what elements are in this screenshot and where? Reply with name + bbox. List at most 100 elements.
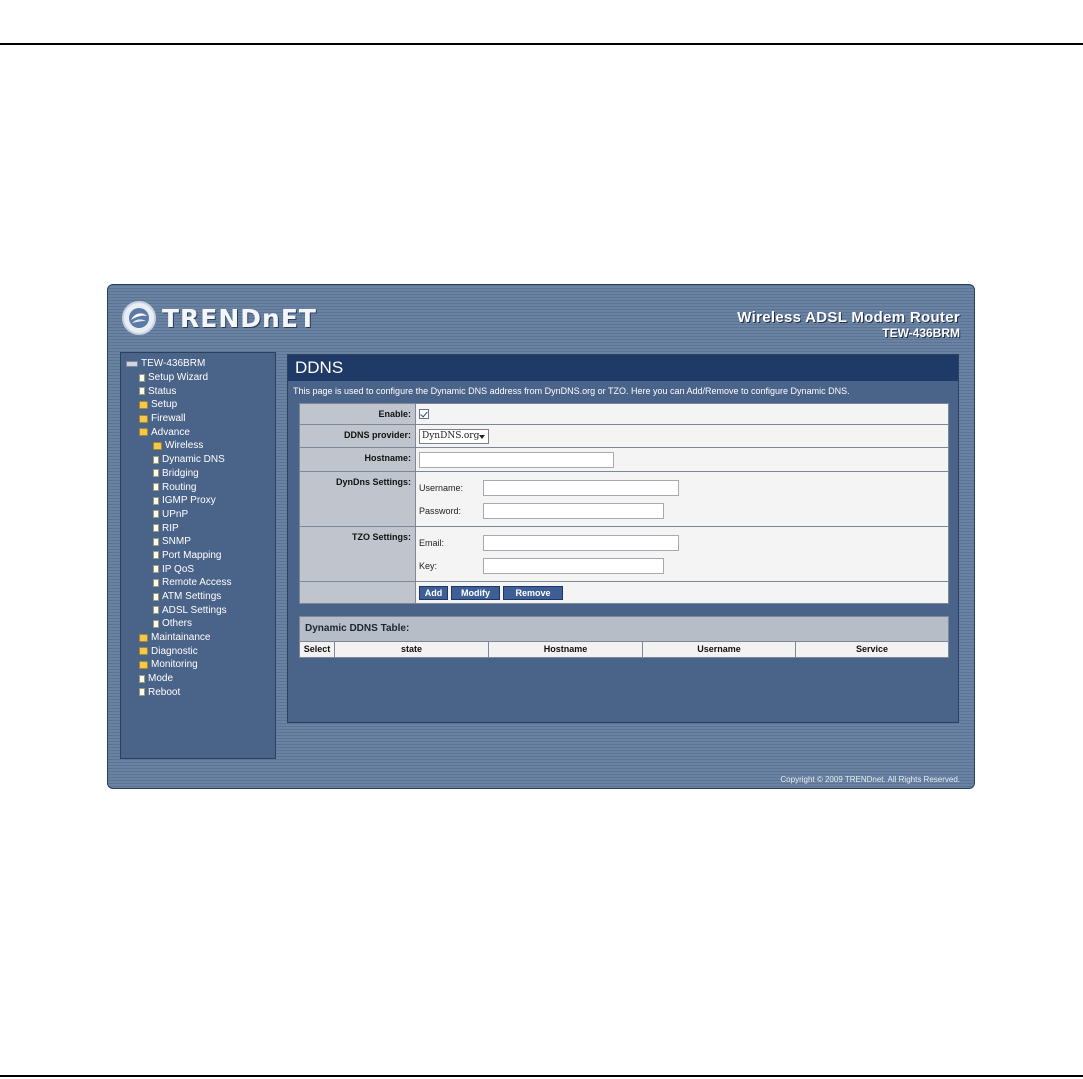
sidebar-item-mode[interactable]: Mode: [126, 672, 275, 686]
tzo-label: TZO Settings:: [300, 527, 416, 581]
sidebar-item-label: Bridging: [162, 467, 199, 479]
add-button[interactable]: Add: [419, 585, 448, 600]
sidebar-root-label: TEW-436BRM: [141, 358, 206, 370]
sidebar-root[interactable]: TEW-436BRM: [126, 357, 275, 371]
page-title: DDNS: [288, 355, 958, 381]
sidebar-item-wireless[interactable]: Wireless: [126, 439, 275, 453]
sidebar-item-others[interactable]: Others: [126, 617, 275, 631]
column-header-state: state: [334, 642, 488, 657]
hostname-row: Hostname:: [300, 447, 948, 471]
ddns-form: Enable: DDNS provider: DynDNS.org Hostna…: [299, 403, 949, 604]
dyndns-row: DynDns Settings: Username: Password:: [300, 471, 948, 526]
enable-value: [416, 404, 948, 424]
dyndns-password-row: Password:: [419, 499, 664, 522]
hostname-input[interactable]: [419, 451, 614, 468]
sidebar-item-firewall[interactable]: Firewall: [126, 412, 275, 426]
logo-globe-icon: [122, 301, 156, 335]
sidebar-item-label: RIP: [162, 522, 179, 534]
doc-icon: [153, 483, 159, 492]
enable-label: Enable:: [300, 404, 416, 424]
sidebar-item-maintainance[interactable]: Maintainance: [126, 631, 275, 645]
folder-icon: [139, 647, 148, 656]
doc-icon: [153, 469, 159, 478]
remove-button[interactable]: Remove: [503, 585, 563, 600]
sidebar-item-upnp[interactable]: UPnP: [126, 508, 275, 522]
doc-icon: [153, 510, 159, 519]
header: TRENDnET Wireless ADSL Modem Router TEW-…: [108, 285, 974, 349]
sidebar-item-snmp[interactable]: SNMP: [126, 535, 275, 549]
hostname-value: [416, 448, 948, 471]
hostname-label: Hostname:: [300, 448, 416, 471]
sidebar-item-label: Monitoring: [151, 659, 198, 671]
username-input[interactable]: [483, 479, 679, 496]
sidebar-item-setup[interactable]: Setup: [126, 398, 275, 412]
sidebar-item-port-mapping[interactable]: Port Mapping: [126, 549, 275, 563]
sidebar-item-monitoring[interactable]: Monitoring: [126, 658, 275, 672]
doc-icon: [153, 565, 159, 574]
tzo-key-row: Key:: [419, 554, 664, 577]
modify-button[interactable]: Modify: [451, 585, 500, 600]
sidebar-item-label: Status: [148, 385, 177, 397]
sidebar-item-label: Advance: [151, 426, 190, 438]
column-header-select: Select: [303, 644, 331, 654]
doc-icon: [139, 688, 145, 697]
logo-text: TRENDnET: [162, 303, 317, 333]
provider-label: DDNS provider:: [300, 425, 416, 447]
product-name: Wireless ADSL Modem Router: [737, 309, 960, 326]
key-label: Key:: [419, 560, 438, 571]
sidebar-item-atm-settings[interactable]: ATM Settings: [126, 590, 275, 604]
sidebar-item-advance[interactable]: Advance: [126, 425, 275, 439]
sidebar-item-rip[interactable]: RIP: [126, 521, 275, 535]
button-row: Add Modify Remove: [300, 581, 948, 603]
sidebar-item-label: ADSL Settings: [162, 604, 227, 616]
router-admin-window: TRENDnET Wireless ADSL Modem Router TEW-…: [107, 284, 975, 789]
sidebar-item-dynamic-dns[interactable]: Dynamic DNS: [126, 453, 275, 467]
doc-icon: [153, 606, 159, 615]
enable-checkbox[interactable]: [419, 409, 429, 419]
sidebar-item-label: Setup: [151, 399, 178, 411]
folder-icon: [139, 660, 148, 669]
router-icon: [126, 360, 138, 367]
sidebar-item-routing[interactable]: Routing: [126, 480, 275, 494]
column-header-username: Username: [642, 642, 795, 657]
trendnet-logo: TRENDnET: [122, 301, 317, 335]
folder-icon: [153, 441, 162, 450]
sidebar-item-reboot[interactable]: Reboot: [126, 686, 275, 700]
top-page-rule: [0, 43, 1083, 45]
sidebar-item-bridging[interactable]: Bridging: [126, 467, 275, 481]
sidebar-item-label: IGMP Proxy: [162, 495, 216, 507]
sidebar-item-label: Diagnostic: [151, 645, 198, 657]
email-label: Email:: [419, 537, 445, 548]
sidebar-item-setup-wizard[interactable]: Setup Wizard: [126, 371, 275, 385]
sidebar-item-label: Remote Access: [162, 577, 232, 589]
sidebar-item-label: Routing: [162, 481, 197, 493]
sidebar-item-adsl-settings[interactable]: ADSL Settings: [126, 603, 275, 617]
product-info: Wireless ADSL Modem Router TEW-436BRM: [737, 309, 960, 340]
doc-icon: [153, 496, 159, 505]
doc-icon: [139, 387, 145, 396]
sidebar-item-label: UPnP: [162, 508, 189, 520]
sidebar-item-ip-qos[interactable]: IP QoS: [126, 562, 275, 576]
tzo-email-row: Email:: [419, 531, 679, 554]
sidebar-item-remote-access[interactable]: Remote Access: [126, 576, 275, 590]
ddns-provider-select[interactable]: DynDNS.org: [419, 428, 489, 444]
doc-icon: [153, 551, 159, 560]
doc-icon: [153, 524, 159, 533]
copyright: Copyright © 2009 TRENDnet. All Rights Re…: [780, 775, 960, 784]
sidebar-item-status[interactable]: Status: [126, 384, 275, 398]
folder-icon: [139, 633, 148, 642]
password-label: Password:: [419, 505, 462, 516]
sidebar-item-label: IP QoS: [162, 563, 195, 575]
email-input[interactable]: [483, 534, 679, 551]
ddns-table-title: Dynamic DDNS Table:: [300, 617, 948, 641]
button-group: Add Modify Remove: [416, 582, 948, 603]
sidebar-item-diagnostic[interactable]: Diagnostic: [126, 644, 275, 658]
folder-icon: [139, 414, 148, 423]
key-input[interactable]: [483, 557, 664, 574]
password-input[interactable]: [483, 502, 664, 519]
ddns-table: Dynamic DDNS Table: Select state Hostname U…: [299, 616, 949, 658]
page-description: This page is used to configure the Dynam…: [293, 386, 850, 396]
sidebar-item-label: Port Mapping: [162, 549, 222, 561]
sidebar-item-label: Mode: [148, 673, 174, 685]
sidebar-item-igmp-proxy[interactable]: IGMP Proxy: [126, 494, 275, 508]
